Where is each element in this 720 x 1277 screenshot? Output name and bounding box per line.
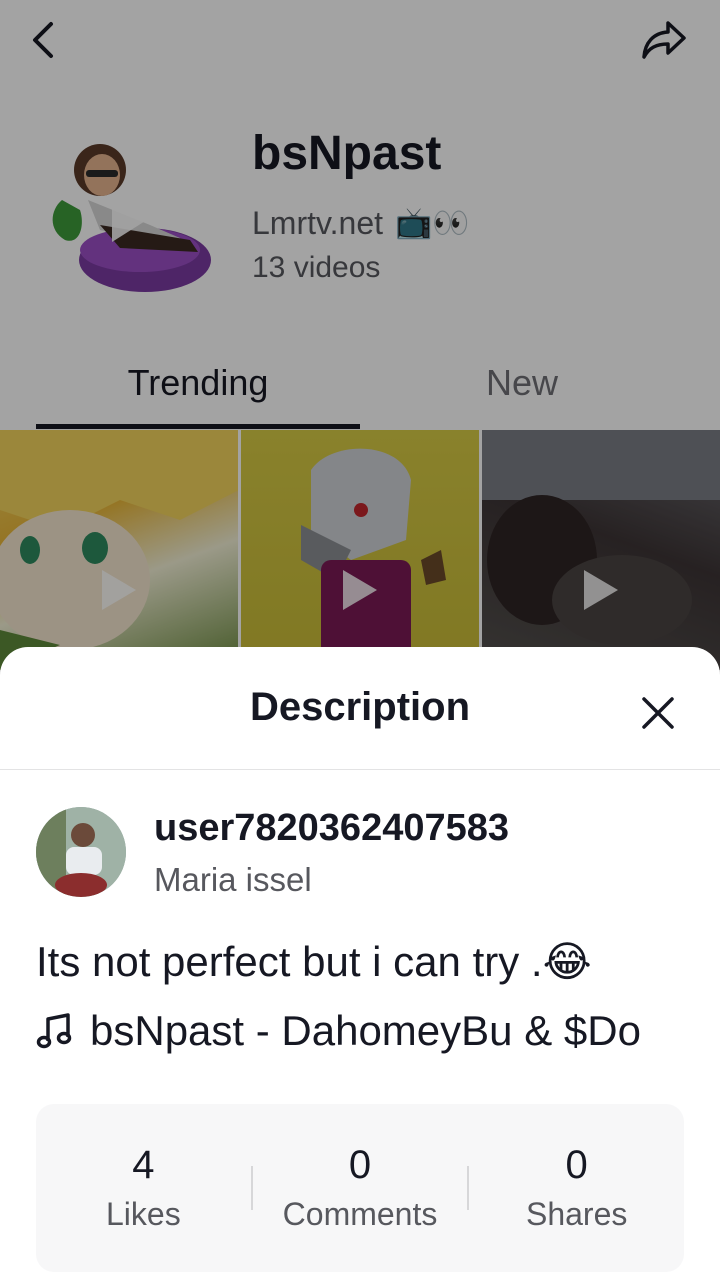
stat-shares: 0 Shares <box>469 1142 684 1234</box>
close-button[interactable] <box>630 685 686 741</box>
sheet-title: Description <box>249 685 471 729</box>
avatar-image <box>36 807 126 897</box>
likes-label: Likes <box>105 1196 181 1232</box>
close-icon <box>642 697 674 729</box>
music-title: bsNpast - DahomeyBu & $Do <box>90 1007 641 1054</box>
avatar[interactable] <box>36 807 126 897</box>
sheet-divider <box>0 769 720 770</box>
screen: bsNpast Lmrtv.net 📺👀 13 videos Trending … <box>0 0 720 1277</box>
nickname: Maria issel <box>154 861 312 898</box>
description-sheet: Description user7820362407583 Maria isse… <box>0 647 720 1277</box>
shares-label: Shares <box>525 1196 628 1232</box>
music-row[interactable]: bsNpast - DahomeyBu & $Do <box>36 1007 641 1055</box>
comments-count: 0 <box>348 1143 372 1187</box>
likes-count: 4 <box>132 1143 155 1187</box>
stat-likes: 4 Likes <box>36 1142 251 1234</box>
stat-comments: 0 Comments <box>253 1142 468 1234</box>
comments-label: Comments <box>282 1196 438 1232</box>
shares-count: 0 <box>565 1143 588 1187</box>
music-note-icon <box>36 1013 72 1049</box>
video-description: Its not perfect but i can try .😂 <box>36 938 592 985</box>
username[interactable]: user7820362407583 <box>154 807 509 850</box>
stats-panel: 4 Likes 0 Comments 0 Shares <box>36 1104 684 1272</box>
